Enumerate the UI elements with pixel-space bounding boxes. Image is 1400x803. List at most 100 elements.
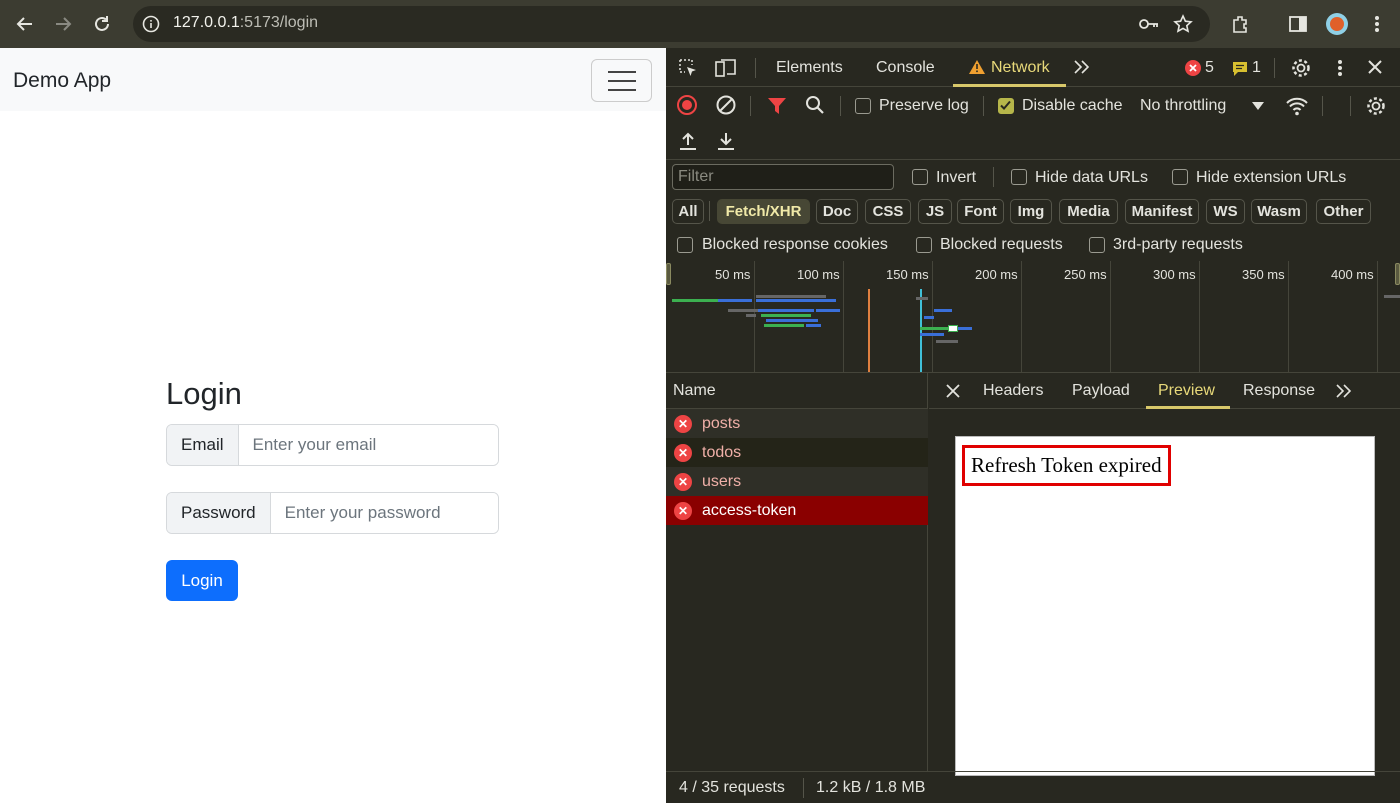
chip-font[interactable]: Font: [957, 199, 1004, 224]
tab-response[interactable]: Response: [1243, 382, 1315, 400]
preserve-log-checkbox[interactable]: [855, 98, 871, 114]
password-input[interactable]: [270, 493, 498, 533]
reload-icon[interactable]: [90, 12, 114, 36]
tab-network[interactable]: Network: [991, 59, 1050, 77]
close-devtools-icon[interactable]: [1367, 59, 1383, 75]
message-count[interactable]: 1: [1252, 59, 1261, 77]
name-column-header[interactable]: Name: [673, 382, 716, 400]
timeline-bar: [948, 325, 958, 332]
error-icon[interactable]: [1185, 60, 1201, 76]
invert-checkbox[interactable]: [912, 169, 928, 185]
bookmark-star-icon[interactable]: [1173, 14, 1193, 39]
throttling-select[interactable]: No throttling: [1140, 97, 1226, 115]
address-bar[interactable]: 127.0.0.1:5173/login: [133, 6, 1210, 42]
timeline-bar: [920, 327, 948, 330]
timeline-bar: [796, 299, 836, 302]
blocked-requests-checkbox[interactable]: [916, 237, 932, 253]
timeline-bar: [936, 340, 958, 343]
timeline-handle-right[interactable]: [1395, 263, 1400, 285]
chip-css[interactable]: CSS: [865, 199, 911, 224]
hide-extension-urls-label: Hide extension URLs: [1196, 169, 1347, 186]
preserve-log-label: Preserve log: [879, 97, 969, 114]
filter-input[interactable]: [672, 164, 894, 190]
third-party-requests-checkbox[interactable]: [1089, 237, 1105, 253]
chip-img[interactable]: Img: [1010, 199, 1052, 224]
back-arrow-icon[interactable]: [13, 12, 37, 36]
chip-media[interactable]: Media: [1059, 199, 1118, 224]
import-upload-icon[interactable]: [678, 131, 698, 151]
url-text: 127.0.0.1:5173/login: [173, 14, 319, 31]
hide-data-urls-checkbox[interactable]: [1011, 169, 1027, 185]
network-conditions-icon[interactable]: [1285, 95, 1309, 117]
hide-extension-urls-checkbox[interactable]: [1172, 169, 1188, 185]
disable-cache-checkbox[interactable]: [998, 98, 1014, 114]
key-icon[interactable]: [1138, 15, 1160, 38]
profile-avatar[interactable]: [1325, 12, 1349, 36]
chip-js[interactable]: JS: [918, 199, 952, 224]
devtools-menu-icon[interactable]: [1337, 58, 1343, 78]
active-tab-underline: [1146, 406, 1230, 409]
clear-icon[interactable]: [716, 95, 736, 115]
tab-console[interactable]: Console: [876, 59, 935, 77]
device-toolbar-icon[interactable]: [715, 58, 737, 78]
tab-preview[interactable]: Preview: [1158, 382, 1215, 400]
chip-other[interactable]: Other: [1316, 199, 1371, 224]
record-stop-icon[interactable]: [677, 95, 697, 115]
chip-doc[interactable]: Doc: [816, 199, 858, 224]
timeline-gridline: [754, 261, 755, 372]
timeline-tick-label: 400 ms: [1331, 267, 1374, 282]
timeline-gridline: [1199, 261, 1200, 372]
error-icon: ✕: [674, 501, 692, 520]
extensions-icon[interactable]: [1228, 12, 1252, 36]
search-icon[interactable]: [805, 95, 825, 115]
request-row[interactable]: ✕ todos: [666, 438, 928, 467]
timeline-bar: [916, 297, 928, 300]
status-bar: 4 / 35 requests 1.2 kB / 1.8 MB: [666, 771, 1400, 803]
inspect-element-icon[interactable]: [678, 58, 698, 78]
tab-headers[interactable]: Headers: [983, 382, 1043, 400]
tab-payload[interactable]: Payload: [1072, 382, 1130, 400]
close-detail-icon[interactable]: [945, 383, 961, 399]
preview-text: Refresh Token expired: [962, 445, 1171, 486]
transfer-size: 1.2 kB / 1.8 MB: [816, 779, 926, 796]
request-row-selected[interactable]: ✕ access-token: [666, 496, 928, 525]
timeline-tick-label: 100 ms: [797, 267, 840, 282]
chip-wasm[interactable]: Wasm: [1251, 199, 1307, 224]
divider: [750, 96, 751, 116]
dropdown-arrow-icon[interactable]: [1252, 101, 1264, 111]
email-input[interactable]: [238, 425, 498, 465]
navbar-toggler[interactable]: [591, 59, 652, 102]
brand[interactable]: Demo App: [13, 69, 111, 93]
timeline-handle-left[interactable]: [666, 263, 671, 285]
blocked-response-cookies-label: Blocked response cookies: [702, 236, 888, 253]
tab-elements[interactable]: Elements: [776, 59, 843, 77]
email-label: Email: [167, 425, 239, 465]
timeline-overview[interactable]: 50 ms 100 ms 150 ms 200 ms 250 ms 300 ms…: [666, 261, 1400, 373]
error-count[interactable]: 5: [1205, 59, 1214, 77]
more-tabs-icon[interactable]: [1073, 59, 1091, 75]
forward-arrow-icon[interactable]: [51, 12, 75, 36]
error-icon: ✕: [674, 414, 692, 433]
side-panel-icon[interactable]: [1286, 12, 1310, 36]
timeline-bar: [806, 324, 821, 327]
hide-data-urls-label: Hide data URLs: [1035, 169, 1148, 186]
settings-gear-icon[interactable]: [1290, 57, 1312, 79]
browser-menu-icon[interactable]: [1365, 12, 1389, 36]
filter-funnel-icon[interactable]: [767, 96, 787, 116]
more-tabs-icon[interactable]: [1335, 383, 1353, 399]
chip-all[interactable]: All: [672, 199, 704, 224]
login-button[interactable]: Login: [166, 560, 238, 601]
timeline-bar: [816, 309, 840, 312]
network-settings-gear-icon[interactable]: [1365, 95, 1387, 117]
chip-manifest[interactable]: Manifest: [1125, 199, 1199, 224]
timeline-gridline: [1021, 261, 1022, 372]
blocked-response-cookies-checkbox[interactable]: [677, 237, 693, 253]
chip-ws[interactable]: WS: [1206, 199, 1245, 224]
request-row[interactable]: ✕ users: [666, 467, 928, 496]
site-info-icon[interactable]: [142, 15, 160, 38]
export-download-icon[interactable]: [716, 131, 736, 151]
message-icon[interactable]: [1232, 61, 1248, 77]
chip-fetch-xhr[interactable]: Fetch/XHR: [717, 199, 810, 224]
request-row[interactable]: ✕ posts: [666, 409, 928, 438]
timeline-bar: [761, 314, 811, 317]
